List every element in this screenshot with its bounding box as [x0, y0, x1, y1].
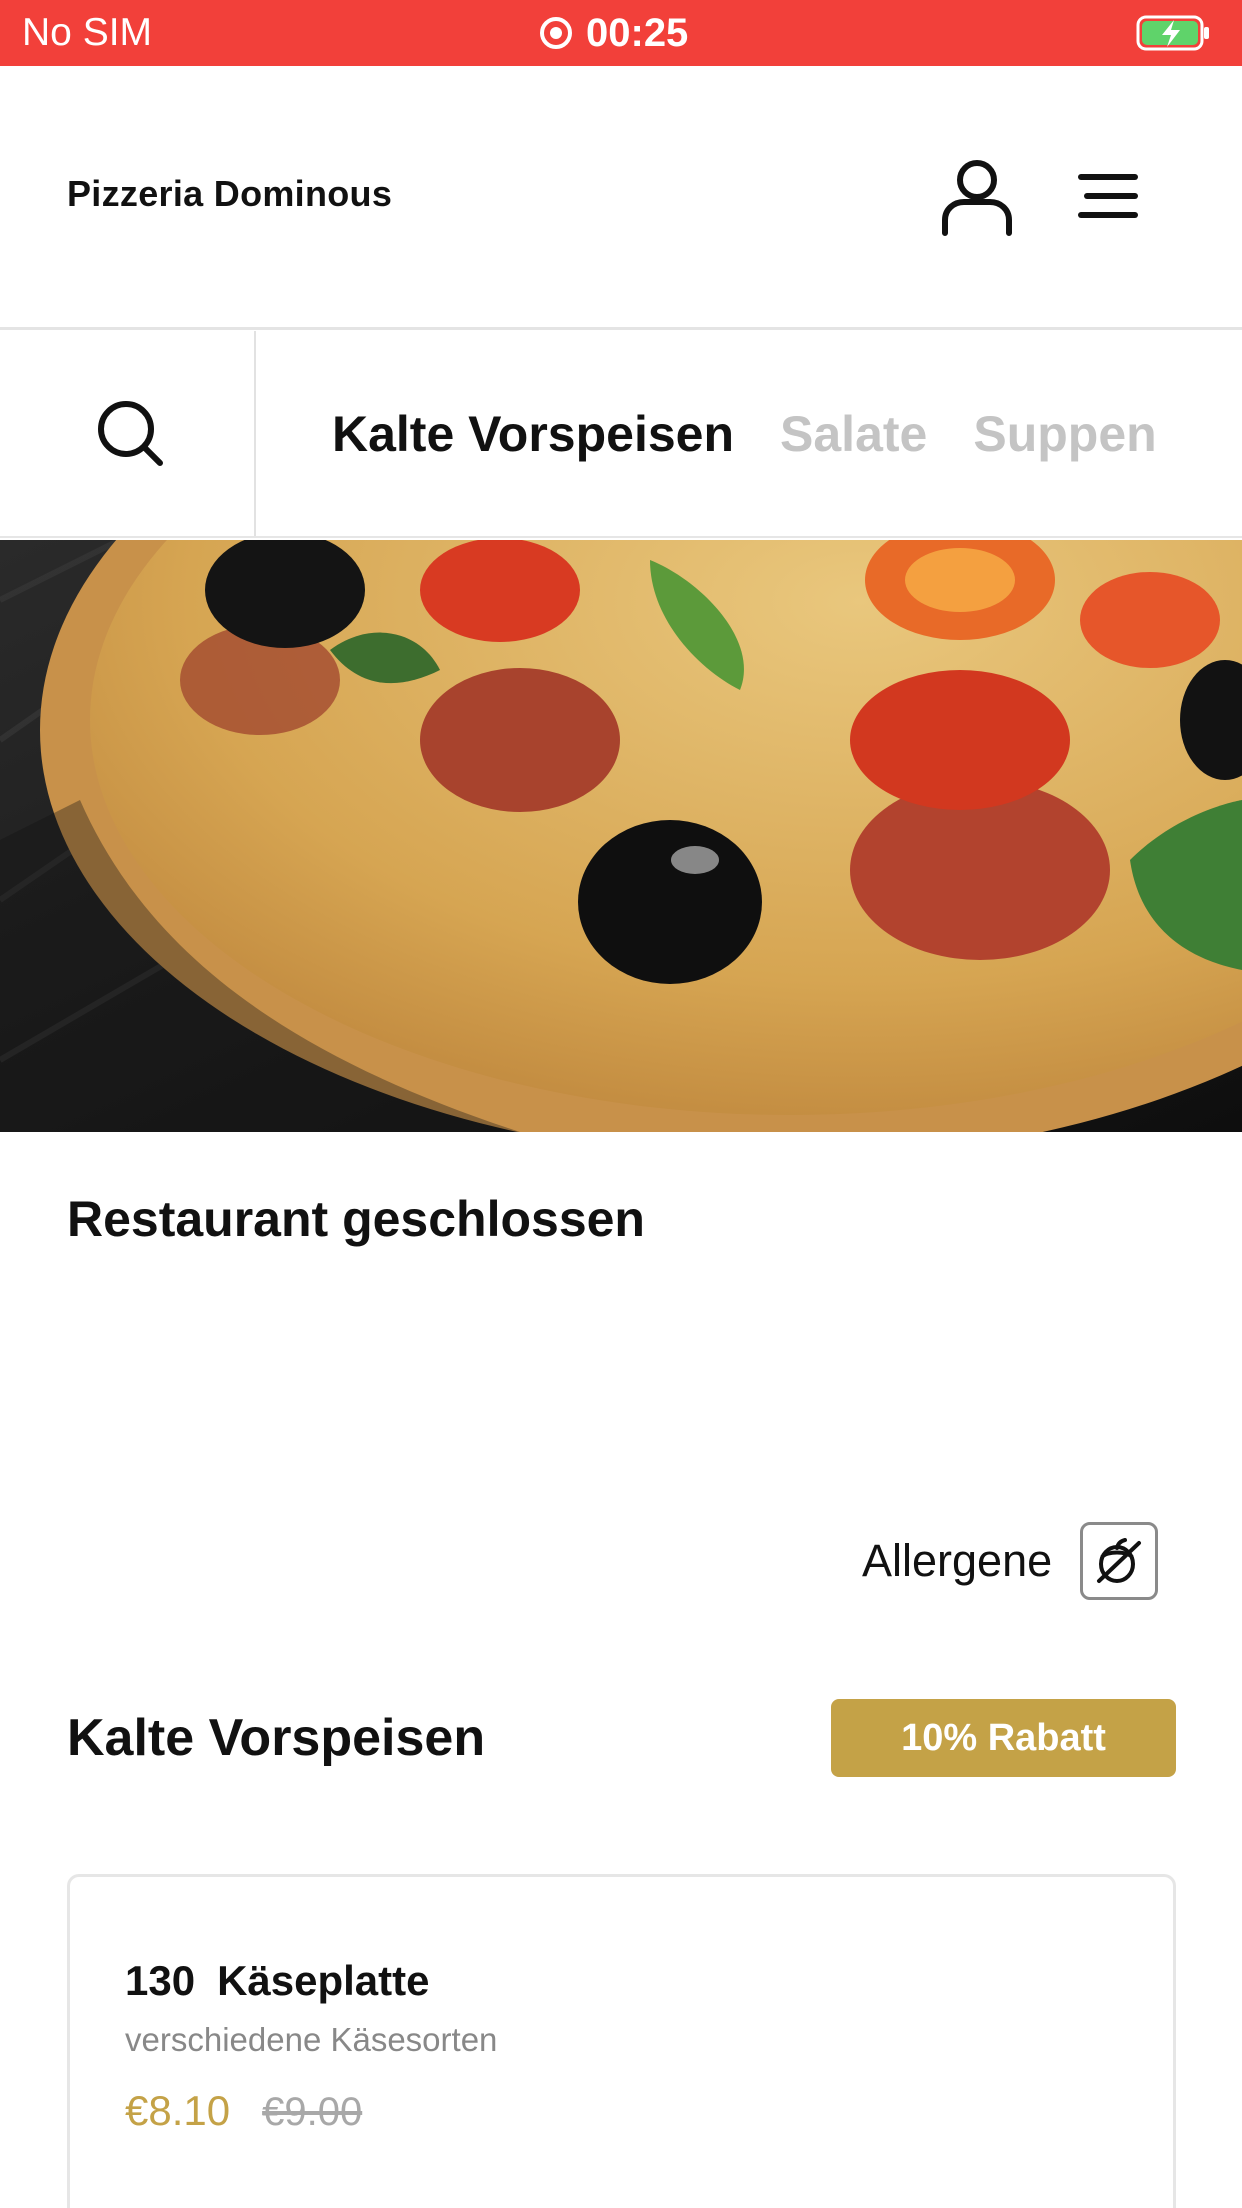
item-original-price: €9.00 — [262, 2090, 363, 2134]
status-center: 00:25 — [540, 10, 688, 56]
recording-icon — [540, 17, 572, 49]
item-prices: €8.10 €9.00 — [125, 2087, 362, 2135]
hamburger-menu-icon[interactable] — [1076, 170, 1140, 222]
category-tabs: Kalte Vorspeisen Salate Suppen — [332, 331, 1157, 536]
section-title: Kalte Vorspeisen — [67, 1709, 486, 1767]
allergen-button[interactable] — [1080, 1522, 1159, 1600]
item-title: 130 Käseplatte — [125, 1957, 430, 2005]
status-time: 00:25 — [586, 11, 689, 55]
status-bar: No SIM 00:25 — [0, 0, 1242, 66]
allergen-filter[interactable]: Allergene — [862, 1522, 1159, 1600]
tab-suppen[interactable]: Suppen — [973, 405, 1156, 463]
app-header: Pizzeria Dominous — [0, 66, 1242, 330]
menu-item-card[interactable]: 130 Käseplatte verschiedene Käsesorten €… — [67, 1874, 1176, 2208]
search-icon — [98, 401, 163, 466]
restaurant-status: Restaurant geschlossen — [67, 1191, 645, 1247]
category-bar: Kalte Vorspeisen Salate Suppen — [0, 331, 1242, 538]
tab-kalte-vorspeisen[interactable]: Kalte Vorspeisen — [332, 405, 734, 463]
item-name: Käseplatte — [217, 1957, 430, 2004]
item-price: €8.10 — [125, 2087, 231, 2134]
item-number: 130 — [125, 1957, 196, 2004]
item-description: verschiedene Käsesorten — [125, 2021, 498, 2058]
battery-charging-icon — [1136, 15, 1209, 51]
carrier-label: No SIM — [22, 11, 153, 54]
user-icon[interactable] — [940, 158, 1014, 236]
tab-salate[interactable]: Salate — [780, 405, 927, 463]
pizza-illustration — [0, 540, 1242, 1132]
restaurant-name: Pizzeria Dominous — [67, 173, 393, 214]
hero-pizza-image — [0, 540, 1242, 1132]
allergen-nut-icon — [1097, 1538, 1142, 1583]
allergen-label: Allergene — [862, 1535, 1053, 1586]
search-button[interactable] — [0, 331, 256, 536]
discount-badge: 10% Rabatt — [831, 1699, 1176, 1777]
